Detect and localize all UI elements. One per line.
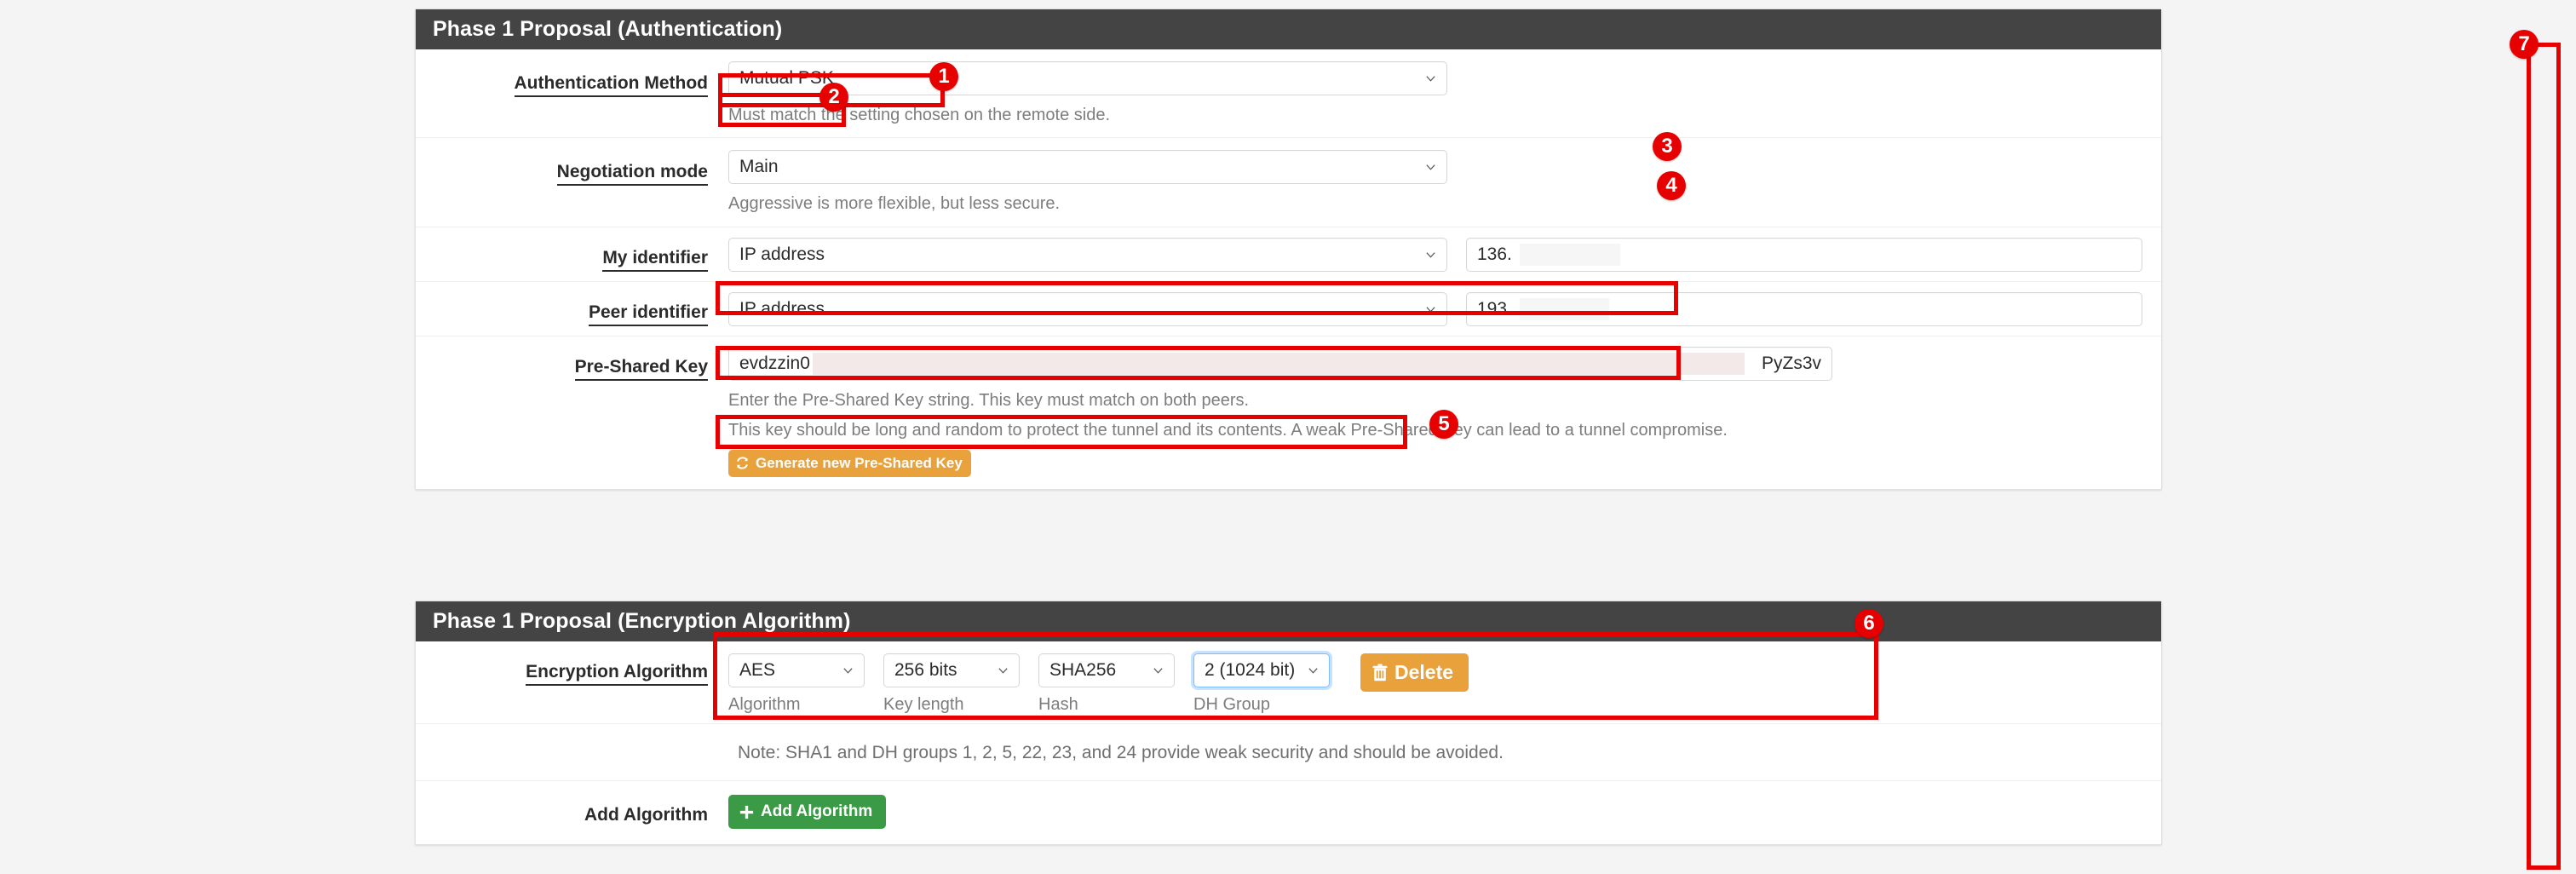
label-pre-shared-key: Pre-Shared Key [416, 347, 728, 377]
authentication-method-select[interactable]: Mutual PSK [728, 61, 1447, 95]
caption-key-length: Key length [883, 695, 1020, 715]
redaction-overlay [813, 353, 1745, 375]
trash-icon [1371, 664, 1389, 682]
key-length-select[interactable]: 256 bits [883, 653, 1020, 687]
chevron-down-icon [1425, 303, 1436, 314]
generate-new-pre-shared-key-button[interactable]: Generate new Pre-Shared Key [728, 450, 971, 477]
generate-new-pre-shared-key-label: Generate new Pre-Shared Key [756, 455, 963, 472]
panel-title-encryption-algorithm: Phase 1 Proposal (Encryption Algorithm) [416, 601, 2161, 641]
row-authentication-method: Authentication Method Mutual PSK Must ma… [416, 49, 2161, 138]
negotiation-mode-select[interactable]: Main [728, 150, 1447, 184]
row-negotiation-mode: Negotiation mode Main Aggressive is more… [416, 138, 2161, 227]
hash-select[interactable]: SHA256 [1038, 653, 1175, 687]
caption-hash: Hash [1038, 695, 1175, 715]
my-identifier-value-input[interactable]: 136. [1466, 238, 2142, 272]
algorithm-select[interactable]: AES [728, 653, 865, 687]
help-pre-shared-key-1: Enter the Pre-Shared Key string. This ke… [728, 388, 2142, 412]
pre-shared-key-value-tail: PyZs3v [1762, 354, 1821, 374]
annotation-box-7-scrollbar[interactable] [2527, 43, 2561, 870]
authentication-method-value: Mutual PSK [739, 68, 834, 89]
hash-value: SHA256 [1049, 660, 1116, 681]
my-identifier-type-value: IP address [739, 244, 825, 265]
caption-dh-group: DH Group [1193, 695, 1330, 715]
plus-icon [739, 804, 755, 820]
dh-group-value: 2 (1024 bit) [1205, 660, 1295, 681]
peer-identifier-type-value: IP address [739, 299, 825, 319]
encryption-algorithm-row: AES Algorithm 256 bits [728, 653, 2142, 715]
refresh-icon [735, 456, 750, 470]
delete-algorithm-label: Delete [1394, 661, 1453, 684]
my-identifier-type-select[interactable]: IP address [728, 238, 1447, 272]
row-my-identifier: My identifier IP address 136. [416, 227, 2161, 282]
row-note: Note: SHA1 and DH groups 1, 2, 5, 22, 23… [416, 724, 2161, 781]
label-negotiation-mode: Negotiation mode [416, 150, 728, 182]
chevron-down-icon [1425, 73, 1436, 84]
caption-algorithm: Algorithm [728, 695, 865, 715]
label-authentication-method: Authentication Method [416, 61, 728, 94]
my-identifier-value-text: 136. [1477, 244, 1512, 265]
chevron-down-icon [998, 665, 1009, 676]
negotiation-mode-value: Main [739, 157, 779, 177]
add-algorithm-button[interactable]: Add Algorithm [728, 795, 886, 829]
row-encryption-algorithm: Encryption Algorithm AES Algorithm [416, 641, 2161, 724]
chevron-down-icon [842, 665, 854, 676]
note-text: Note: SHA1 and DH groups 1, 2, 5, 22, 23… [728, 743, 1504, 763]
redaction-overlay [1520, 244, 1620, 266]
annotation-badge-7: 7 [2510, 30, 2539, 59]
label-encryption-algorithm: Encryption Algorithm [416, 653, 728, 682]
peer-identifier-value-input[interactable]: 193. [1466, 292, 2142, 326]
help-negotiation-mode: Aggressive is more flexible, but less se… [728, 192, 2142, 216]
chevron-down-icon [1308, 665, 1319, 676]
add-algorithm-label: Add Algorithm [761, 802, 872, 821]
label-my-identifier: My identifier [416, 238, 728, 268]
key-length-value: 256 bits [894, 660, 957, 681]
pre-shared-key-value-head: evdzzin0 [739, 354, 810, 374]
label-peer-identifier: Peer identifier [416, 292, 728, 323]
peer-identifier-type-select[interactable]: IP address [728, 292, 1447, 326]
redaction-overlay [1520, 298, 1609, 320]
chevron-down-icon [1153, 665, 1164, 676]
help-pre-shared-key-2: This key should be long and random to pr… [728, 418, 2142, 442]
help-authentication-method: Must match the setting chosen on the rem… [728, 103, 2142, 127]
chevron-down-icon [1425, 249, 1436, 260]
row-add-algorithm: Add Algorithm Add Algorithm [416, 781, 2161, 844]
label-add-algorithm: Add Algorithm [416, 795, 728, 825]
dh-group-select[interactable]: 2 (1024 bit) [1193, 653, 1330, 687]
panel-phase1-encryption-algorithm: Phase 1 Proposal (Encryption Algorithm) … [415, 601, 2162, 845]
screenshot-root: Phase 1 Proposal (Authentication) Authen… [0, 0, 2576, 874]
pre-shared-key-input[interactable]: evdzzin0 PyZs3v [728, 347, 1832, 381]
panel-phase1-authentication: Phase 1 Proposal (Authentication) Authen… [415, 9, 2162, 490]
delete-algorithm-button[interactable]: Delete [1360, 653, 1469, 692]
panel-title-authentication: Phase 1 Proposal (Authentication) [416, 9, 2161, 49]
chevron-down-icon [1425, 162, 1436, 173]
row-pre-shared-key: Pre-Shared Key evdzzin0 PyZs3v Enter the… [416, 336, 2161, 489]
peer-identifier-value-text: 193. [1477, 299, 1512, 319]
row-peer-identifier: Peer identifier IP address 193. [416, 282, 2161, 336]
algorithm-value: AES [739, 660, 775, 681]
